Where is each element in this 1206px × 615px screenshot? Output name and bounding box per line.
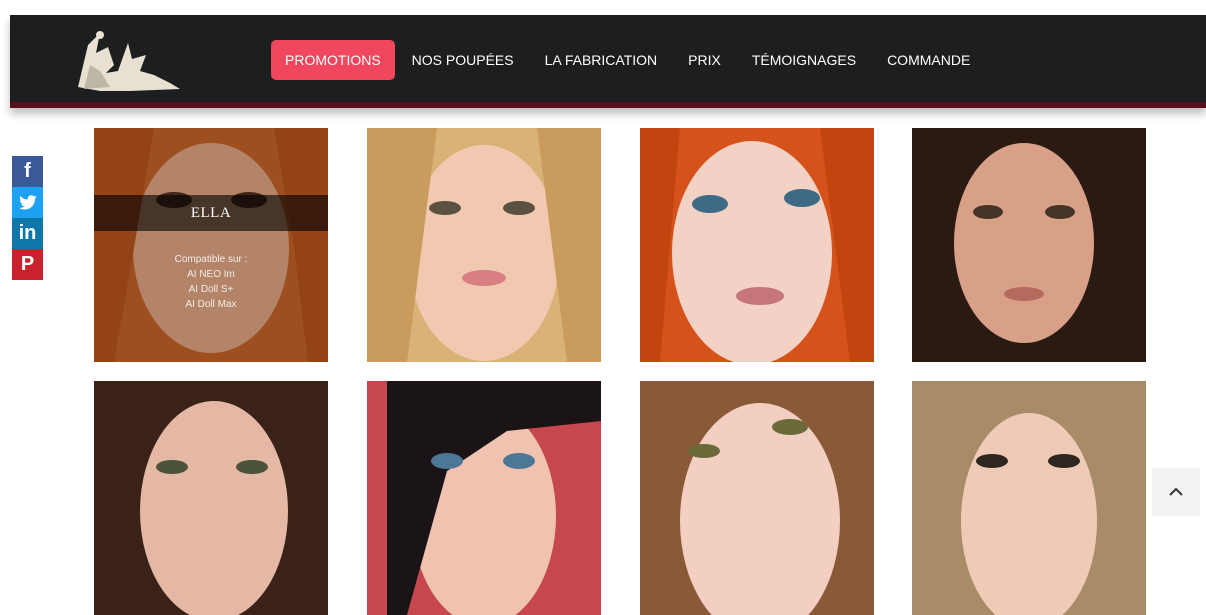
chevron-up-icon (1169, 487, 1183, 496)
linkedin-icon[interactable]: in (12, 218, 43, 249)
back-to-top-button[interactable] (1152, 468, 1200, 516)
doll-tile[interactable] (912, 128, 1146, 362)
facebook-icon[interactable]: f (12, 156, 43, 187)
nav-prix[interactable]: PRIX (674, 40, 735, 80)
doll-tile[interactable] (912, 381, 1146, 615)
nav-commande[interactable]: COMMANDE (873, 40, 984, 80)
nav-temoignages[interactable]: TÉMOIGNAGES (738, 40, 870, 80)
compat-item: AI Doll S+ (188, 284, 234, 295)
doll-face-image (94, 381, 328, 615)
social-share-bar: f in P (12, 156, 43, 280)
doll-name: ELLA (94, 195, 328, 231)
doll-tile[interactable] (640, 381, 874, 615)
doll-tile[interactable] (640, 128, 874, 362)
doll-face-image (367, 128, 601, 362)
doll-face-image (640, 128, 874, 362)
main-nav: PROMOTIONS NOS POUPÉES LA FABRICATION PR… (271, 40, 987, 80)
hover-overlay (94, 128, 328, 362)
doll-face-image (367, 381, 601, 615)
twitter-icon[interactable] (12, 187, 43, 218)
logo-icon[interactable] (70, 25, 190, 95)
doll-face-image (912, 381, 1146, 615)
nav-promotions[interactable]: PROMOTIONS (271, 40, 395, 80)
compat-title: Compatible sur : (174, 254, 248, 265)
doll-tile[interactable] (367, 128, 601, 362)
doll-tile-ella[interactable]: ELLA Compatible sur : AI NEO Im AI Doll … (94, 128, 328, 362)
compat-item: AI Doll Max (185, 299, 237, 310)
doll-face-image (640, 381, 874, 615)
site-header: PROMOTIONS NOS POUPÉES LA FABRICATION PR… (10, 15, 1206, 108)
doll-tile[interactable] (367, 381, 601, 615)
compat-item: AI NEO Im (187, 269, 235, 280)
pinterest-icon[interactable]: P (12, 249, 43, 280)
nav-nos-poupees[interactable]: NOS POUPÉES (398, 40, 528, 80)
compatibility-info: Compatible sur : AI NEO Im AI Doll S+ AI… (94, 252, 328, 312)
doll-face-image (912, 128, 1146, 362)
doll-tile[interactable] (94, 381, 328, 615)
nav-la-fabrication[interactable]: LA FABRICATION (531, 40, 672, 80)
